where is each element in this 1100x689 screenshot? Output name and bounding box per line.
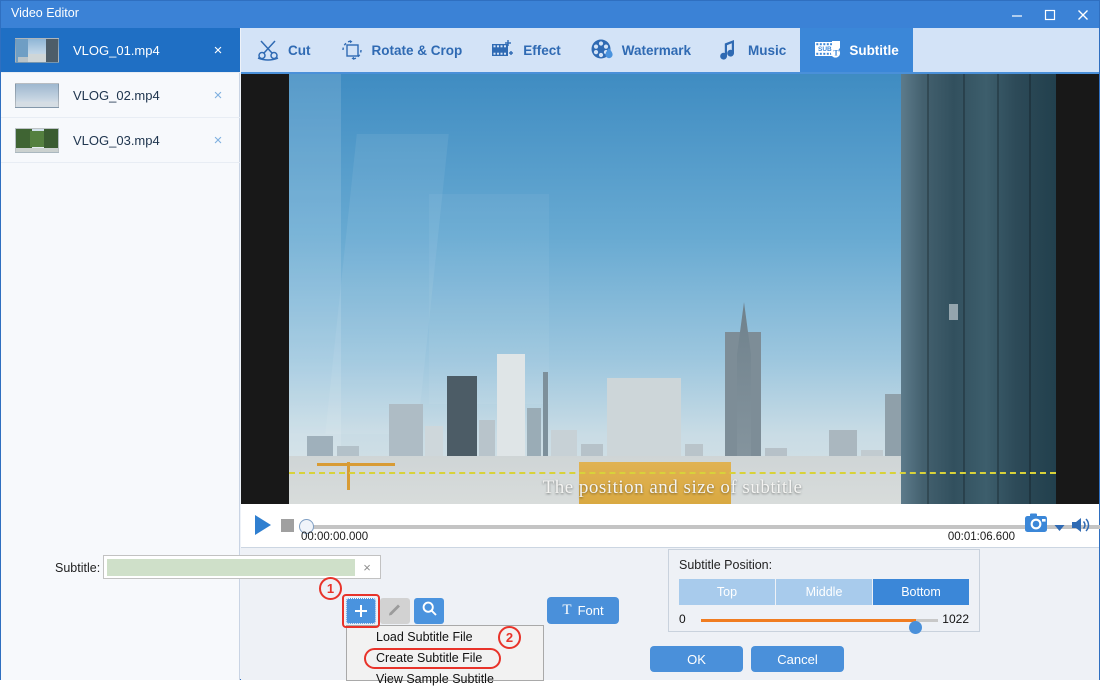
toolbar-item-subtitle[interactable]: SUB T Subtitle — [800, 28, 913, 72]
editor-toolbar: Cut Rotate & Crop — [241, 28, 1099, 74]
file-list-item-1[interactable]: VLOG_02.mp4 × — [1, 73, 240, 118]
maximize-button[interactable] — [1033, 1, 1066, 28]
file-name: VLOG_03.mp4 — [73, 133, 160, 148]
subtitle-field-label: Subtitle: — [55, 561, 100, 575]
close-button[interactable] — [1066, 1, 1099, 28]
slider-track[interactable] — [701, 619, 938, 622]
toolbar-item-label: Cut — [288, 43, 311, 58]
file-list-item-2[interactable]: VLOG_03.mp4 × — [1, 118, 240, 163]
subtitle-file-input[interactable]: × — [103, 555, 381, 579]
scissors-icon — [255, 37, 281, 63]
position-option-bottom[interactable]: Bottom — [873, 579, 969, 605]
toolbar-item-music[interactable]: Music — [705, 28, 800, 72]
find-subtitle-button[interactable] — [414, 598, 444, 624]
annotation-step-1: 1 — [319, 577, 342, 600]
font-button-label: Font — [578, 603, 604, 618]
edit-subtitle-button — [380, 598, 410, 624]
current-time-label: 00:00:00.000 — [301, 531, 368, 543]
slider-fill — [701, 619, 916, 622]
font-t-icon: T — [562, 602, 571, 619]
annotation-highlight-create-item — [364, 648, 501, 669]
speaker-icon[interactable] — [1071, 515, 1093, 540]
subtitle-overlay-text: The position and size of subtitle — [289, 477, 1056, 499]
subtitle-position-segmented-control: Top Middle Bottom — [679, 579, 969, 605]
window-frame-column — [901, 74, 1056, 504]
position-option-top[interactable]: Top — [679, 579, 776, 605]
subtitle-position-label: Subtitle Position: — [679, 558, 772, 572]
magnifier-icon — [421, 600, 438, 622]
view-sample-subtitle-menu-item[interactable]: View Sample Subtitle — [347, 668, 543, 689]
toolbar-item-label: Rotate & Crop — [372, 43, 463, 58]
slider-handle[interactable] — [909, 621, 922, 634]
stop-button[interactable] — [281, 519, 294, 532]
file-list-item-0[interactable]: VLOG_01.mp4 × — [1, 28, 240, 73]
crop-rotate-icon — [339, 37, 365, 63]
music-note-icon — [719, 37, 741, 63]
chevron-down-icon[interactable] — [1054, 519, 1065, 537]
video-thumbnail — [15, 128, 59, 153]
toolbar-item-label: Music — [748, 43, 786, 58]
toolbar-item-label: Watermark — [622, 43, 691, 58]
video-editor-window: Video Editor VLOG_01.mp4 × VLOG_02.mp4 × — [0, 0, 1100, 680]
annotation-step-2: 2 — [498, 626, 521, 649]
remove-file-icon[interactable]: × — [210, 87, 226, 103]
remove-file-icon[interactable]: × — [210, 132, 226, 148]
minimize-button[interactable] — [1000, 1, 1033, 28]
toolbar-item-rotate-crop[interactable]: Rotate & Crop — [325, 28, 477, 72]
pencil-icon — [387, 601, 403, 622]
file-name: VLOG_02.mp4 — [73, 88, 160, 103]
total-time-label: 00:01:06.600 — [948, 531, 1015, 543]
window-title: Video Editor — [11, 6, 79, 20]
crane-icon — [317, 463, 395, 466]
file-list-sidebar: VLOG_01.mp4 × VLOG_02.mp4 × VLOG_03.mp4 … — [1, 28, 240, 680]
toolbar-item-watermark[interactable]: Watermark — [575, 28, 705, 72]
toolbar-item-label: Subtitle — [849, 43, 899, 58]
svg-text:SUB: SUB — [818, 46, 832, 53]
toolbar-item-cut[interactable]: Cut — [241, 28, 325, 72]
playback-controls: 00:00:00.000 00:01:06.600 — [241, 504, 1099, 548]
subtitle-position-group: Subtitle Position: Top Middle Bottom 0 1… — [668, 549, 980, 632]
film-sparkle-icon — [490, 37, 516, 63]
camera-icon[interactable] — [1024, 511, 1051, 540]
video-preview[interactable]: The position and size of subtitle — [241, 74, 1099, 504]
remove-file-icon[interactable]: × — [210, 42, 226, 58]
ok-button[interactable]: OK — [650, 646, 743, 672]
cancel-button[interactable]: Cancel — [751, 646, 844, 672]
timeline-track[interactable] — [303, 525, 1100, 529]
toolbar-item-label: Effect — [523, 43, 561, 58]
file-name: VLOG_01.mp4 — [73, 43, 160, 58]
slider-max-label: 1022 — [942, 612, 969, 626]
subtitle-input-value — [107, 559, 355, 576]
annotation-highlight-add-button — [342, 594, 380, 628]
title-bar: Video Editor — [1, 1, 1099, 28]
toolbar-item-effect[interactable]: Effect — [476, 28, 575, 72]
clear-subtitle-icon[interactable]: × — [358, 558, 376, 576]
subtitle-icon: SUB T — [814, 37, 842, 63]
subtitle-bounding-guide — [289, 472, 1056, 474]
slider-min-label: 0 — [679, 612, 686, 626]
play-button[interactable] — [253, 514, 273, 541]
subtitle-offset-slider[interactable]: 0 1022 — [679, 612, 969, 628]
video-thumbnail — [15, 38, 59, 63]
svg-text:T: T — [834, 49, 840, 58]
font-button[interactable]: T Font — [547, 597, 619, 624]
video-thumbnail — [15, 83, 59, 108]
film-drop-icon — [589, 37, 615, 63]
video-frame: The position and size of subtitle — [289, 74, 1056, 504]
position-option-middle[interactable]: Middle — [776, 579, 873, 605]
